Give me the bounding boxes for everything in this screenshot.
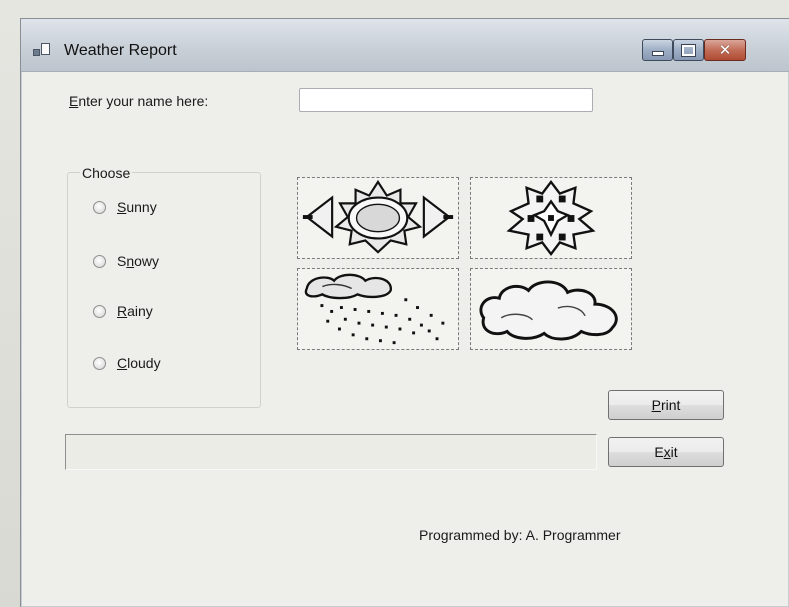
radio-cloudy-accel: C [117, 355, 128, 371]
minimize-icon [651, 50, 664, 56]
exit-button[interactable]: Ex it [608, 437, 724, 467]
app-icon [33, 42, 51, 58]
maximize-icon [681, 43, 696, 57]
radio-cloudy[interactable]: Cloudy [93, 355, 161, 371]
exit-pre: E [654, 444, 664, 460]
radio-sunny-text: unny [126, 199, 157, 215]
radio-label-rainy: Rainy [117, 303, 153, 319]
close-icon: ✕ [718, 40, 732, 59]
print-accel: P [651, 397, 661, 413]
radio-circle[interactable] [93, 356, 106, 370]
rain-cloud-icon [304, 273, 445, 345]
radio-snowy-pre: S [117, 253, 127, 269]
radio-cloudy-text: loudy [127, 355, 161, 371]
radio-circle[interactable] [93, 304, 106, 318]
radio-snowy-accel: n [126, 253, 135, 269]
snowflake-picture [470, 177, 632, 259]
programmer-credit: Programmed by: A. Programmer [419, 527, 621, 543]
radio-rainy-text: ainy [127, 303, 153, 319]
cloud-icon [479, 280, 618, 341]
radio-rainy-accel: R [117, 303, 128, 319]
print-button[interactable]: Print [608, 390, 724, 420]
radio-snowy-text: owy [134, 253, 160, 269]
radio-snowy[interactable]: Snowy [93, 253, 159, 269]
exit-accel: x [663, 444, 671, 460]
groupbox-title: Choose [80, 165, 133, 181]
name-input[interactable] [299, 88, 593, 112]
close-button[interactable]: ✕ [704, 39, 746, 61]
radio-label-sunny: Sunny [117, 199, 157, 215]
radio-sunny[interactable]: Sunny [93, 199, 157, 215]
cloud-picture [470, 268, 632, 350]
app-window: Weather Report ✕ Enter your name here: C… [20, 18, 789, 607]
sun-icon [302, 179, 454, 254]
print-text: rint [660, 397, 681, 413]
title-bar[interactable]: Weather Report ✕ [21, 19, 789, 72]
radio-label-cloudy: Cloudy [117, 355, 161, 371]
radio-circle[interactable] [93, 200, 106, 214]
output-label [65, 434, 597, 470]
radio-circle[interactable] [93, 254, 106, 268]
exit-text: it [670, 444, 678, 460]
radio-rainy[interactable]: Rainy [93, 303, 153, 319]
name-label: Enter your name here: [69, 93, 208, 109]
name-label-accel: E [69, 93, 79, 109]
radio-label-snowy: Snowy [117, 253, 159, 269]
snowflake-icon [506, 179, 596, 257]
sun-picture [297, 177, 459, 259]
minimize-button[interactable] [642, 39, 673, 61]
maximize-button[interactable] [673, 39, 704, 61]
window-title: Weather Report [64, 42, 177, 59]
name-label-text: nter your name here: [78, 93, 209, 109]
radio-sunny-accel: S [117, 199, 127, 215]
rain-picture [297, 268, 459, 350]
